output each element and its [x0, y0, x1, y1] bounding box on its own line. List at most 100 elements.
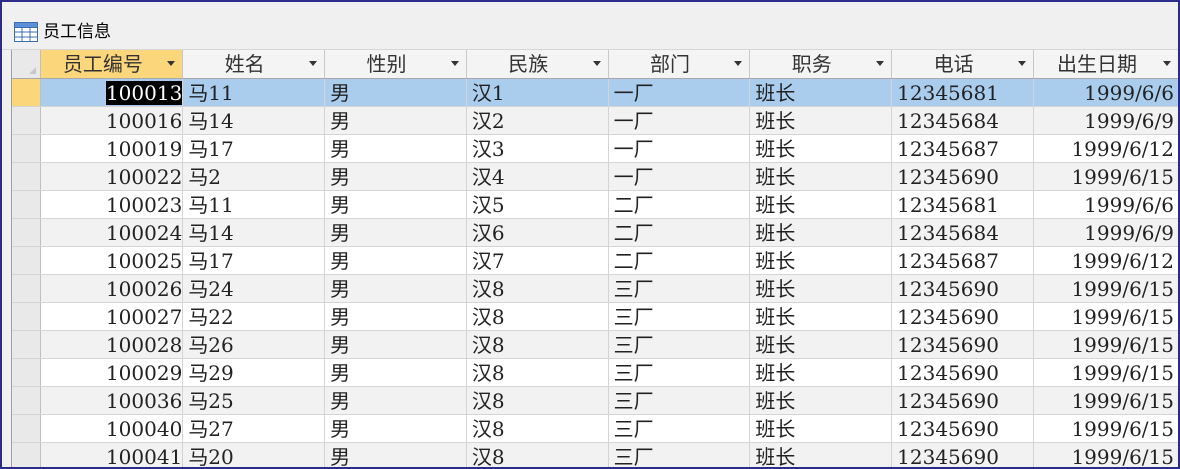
column-header-ethnicity[interactable]: 民族: [466, 50, 609, 79]
record-selector[interactable]: [12, 302, 42, 331]
cell-birth[interactable]: 1999/6/15: [1033, 442, 1178, 467]
column-header-dept[interactable]: 部门: [608, 50, 751, 79]
cell-dept[interactable]: 三厂: [608, 442, 751, 467]
cell-phone[interactable]: 12345690: [891, 274, 1035, 303]
cell-gender[interactable]: 男: [324, 358, 467, 387]
cell-phone[interactable]: 12345684: [891, 218, 1035, 247]
cell-dept[interactable]: 一厂: [608, 78, 751, 107]
cell-birth[interactable]: 1999/6/15: [1033, 414, 1178, 443]
cell-ethnicity[interactable]: 汉8: [466, 330, 609, 359]
record-selector[interactable]: [12, 274, 42, 303]
cell-phone[interactable]: 12345681: [891, 78, 1035, 107]
record-selector[interactable]: [12, 162, 42, 191]
cell-ethnicity[interactable]: 汉3: [466, 134, 609, 163]
cell-name[interactable]: 马2: [182, 162, 326, 191]
cell-position[interactable]: 班长: [749, 358, 893, 387]
cell-phone[interactable]: 12345690: [891, 358, 1035, 387]
cell-ethnicity[interactable]: 汉8: [466, 442, 609, 467]
record-selector[interactable]: [12, 386, 42, 415]
cell-gender[interactable]: 男: [324, 274, 467, 303]
cell-birth[interactable]: 1999/6/15: [1033, 274, 1178, 303]
cell-phone[interactable]: 12345687: [891, 134, 1035, 163]
table-row[interactable]: 100040 马27 男汉8 三厂 班长 12345690 1999/6/15: [12, 414, 1178, 443]
cell-gender[interactable]: 男: [324, 442, 467, 467]
filter-dropdown-icon[interactable]: [876, 61, 885, 66]
cell-position[interactable]: 班长: [749, 442, 893, 467]
cell-birth[interactable]: 1999/6/15: [1033, 162, 1178, 191]
record-selector[interactable]: [12, 358, 42, 387]
cell-gender[interactable]: 男: [324, 106, 467, 135]
cell-ethnicity[interactable]: 汉8: [466, 414, 609, 443]
cell-birth[interactable]: 1999/6/6: [1033, 78, 1178, 107]
record-selector[interactable]: [12, 442, 42, 467]
cell-id[interactable]: 100029: [40, 358, 184, 387]
cell-name[interactable]: 马26: [182, 330, 326, 359]
cell-name[interactable]: 马11: [182, 78, 326, 107]
cell-ethnicity[interactable]: 汉8: [466, 302, 609, 331]
cell-dept[interactable]: 一厂: [608, 162, 751, 191]
cell-id[interactable]: 100027: [40, 302, 184, 331]
cell-name[interactable]: 马17: [182, 134, 326, 163]
filter-dropdown-icon[interactable]: [309, 61, 318, 66]
cell-gender[interactable]: 男: [324, 302, 467, 331]
cell-position[interactable]: 班长: [749, 78, 893, 107]
cell-position[interactable]: 班长: [749, 190, 893, 219]
cell-name[interactable]: 马11: [182, 190, 326, 219]
record-selector[interactable]: [12, 106, 42, 135]
cell-dept[interactable]: 三厂: [608, 358, 751, 387]
cell-id[interactable]: 100026: [40, 274, 184, 303]
cell-phone[interactable]: 12345690: [891, 330, 1035, 359]
cell-birth[interactable]: 1999/6/15: [1033, 358, 1178, 387]
cell-dept[interactable]: 二厂: [608, 246, 751, 275]
cell-position[interactable]: 班长: [749, 162, 893, 191]
cell-dept[interactable]: 三厂: [608, 386, 751, 415]
cell-id[interactable]: 100022: [40, 162, 184, 191]
cell-phone[interactable]: 12345690: [891, 162, 1035, 191]
cell-birth[interactable]: 1999/6/9: [1033, 106, 1178, 135]
cell-name[interactable]: 马29: [182, 358, 326, 387]
cell-id[interactable]: 100023: [40, 190, 184, 219]
cell-gender[interactable]: 男: [324, 246, 467, 275]
cell-phone[interactable]: 12345690: [891, 414, 1035, 443]
cell-ethnicity[interactable]: 汉6: [466, 218, 609, 247]
window-tab[interactable]: 员工信息: [2, 2, 1178, 50]
cell-phone[interactable]: 12345690: [891, 442, 1035, 467]
cell-name[interactable]: 马22: [182, 302, 326, 331]
cell-phone[interactable]: 12345690: [891, 302, 1035, 331]
cell-dept[interactable]: 三厂: [608, 302, 751, 331]
cell-name[interactable]: 马27: [182, 414, 326, 443]
filter-dropdown-icon[interactable]: [1163, 61, 1171, 66]
table-row[interactable]: 100027 马22 男汉8 三厂 班长 12345690 1999/6/15: [12, 302, 1178, 331]
cell-gender[interactable]: 男: [324, 162, 467, 191]
cell-ethnicity[interactable]: 汉8: [466, 358, 609, 387]
record-selector[interactable]: [12, 218, 42, 247]
cell-ethnicity[interactable]: 汉8: [466, 274, 609, 303]
record-selector[interactable]: [12, 190, 42, 219]
table-row[interactable]: 100022 马2 男汉4 一厂 班长 12345690 1999/6/15: [12, 162, 1178, 191]
table-row[interactable]: 100029 马29 男汉8 三厂 班长 12345690 1999/6/15: [12, 358, 1178, 387]
table-row[interactable]: 100026 马24 男汉8 三厂 班长 12345690 1999/6/15: [12, 274, 1178, 303]
cell-dept[interactable]: 三厂: [608, 414, 751, 443]
cell-position[interactable]: 班长: [749, 274, 893, 303]
cell-dept[interactable]: 一厂: [608, 106, 751, 135]
filter-dropdown-icon[interactable]: [167, 61, 176, 66]
column-header-position[interactable]: 职务: [749, 50, 893, 79]
cell-gender[interactable]: 男: [324, 386, 467, 415]
filter-dropdown-icon[interactable]: [1018, 61, 1027, 66]
cell-gender[interactable]: 男: [324, 330, 467, 359]
cell-ethnicity[interactable]: 汉7: [466, 246, 609, 275]
cell-position[interactable]: 班长: [749, 414, 893, 443]
cell-id[interactable]: 100040: [40, 414, 184, 443]
cell-birth[interactable]: 1999/6/9: [1033, 218, 1178, 247]
select-all-corner[interactable]: [12, 50, 42, 79]
column-header-name[interactable]: 姓名: [182, 50, 326, 79]
cell-name[interactable]: 马14: [182, 218, 326, 247]
cell-phone[interactable]: 12345687: [891, 246, 1035, 275]
cell-position[interactable]: 班长: [749, 302, 893, 331]
cell-gender[interactable]: 男: [324, 78, 467, 107]
cell-phone[interactable]: 12345690: [891, 386, 1035, 415]
cell-ethnicity[interactable]: 汉5: [466, 190, 609, 219]
cell-id[interactable]: 100025: [40, 246, 184, 275]
record-selector[interactable]: [12, 330, 42, 359]
cell-id[interactable]: 100016: [40, 106, 184, 135]
